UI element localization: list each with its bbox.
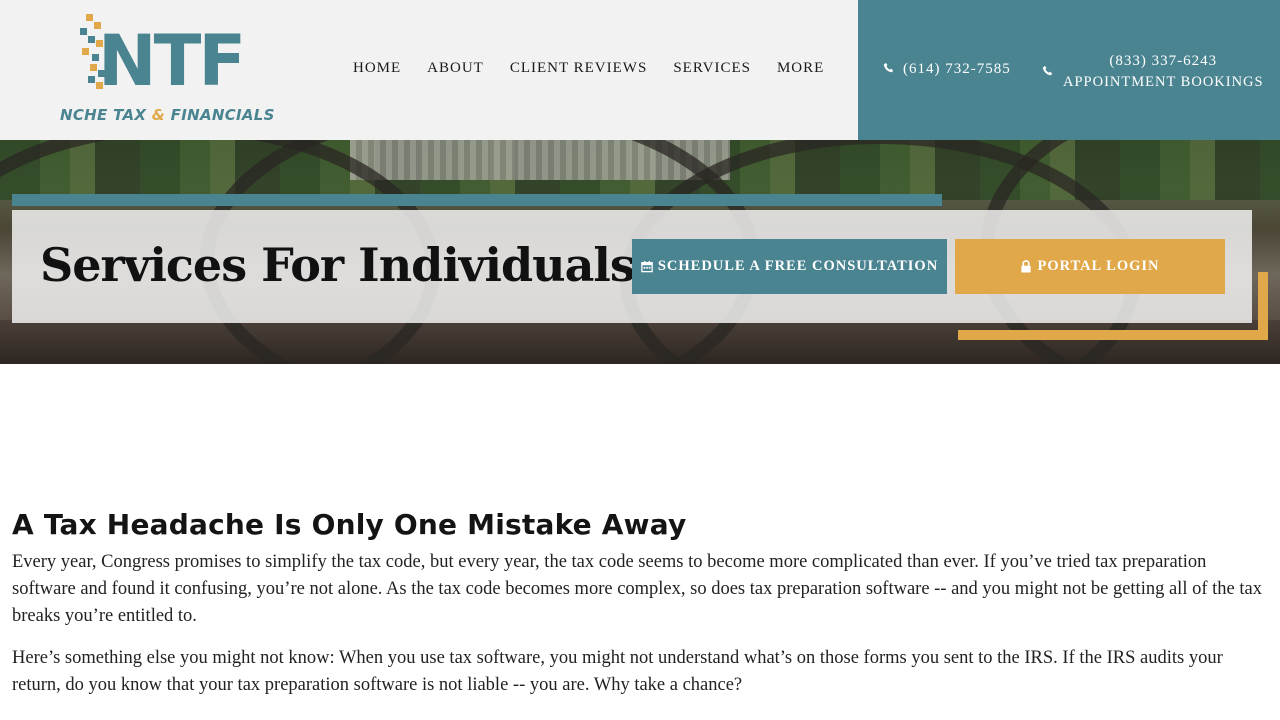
site-header: NTF NCHE TAX & FINANCIALS HOME ABOUT CLI…	[0, 0, 1280, 140]
logo-wordmark: NTF	[98, 20, 246, 102]
header-left-panel: NTF NCHE TAX & FINANCIALS HOME ABOUT CLI…	[0, 0, 858, 140]
phone-icon	[883, 62, 894, 73]
phone-icon	[1042, 65, 1053, 76]
lock-icon	[1021, 260, 1032, 273]
calendar-icon	[641, 260, 653, 273]
second-paragraph: Here’s something else you might not know…	[12, 648, 1223, 695]
appointment-bookings-label: APPOINTMENT BOOKINGS	[1063, 74, 1264, 90]
main-content: A Tax Headache Is Only One Mistake Away …	[12, 508, 1270, 714]
site-logo[interactable]: NTF NCHE TAX & FINANCIALS	[60, 14, 290, 126]
local-phone-link[interactable]: (614) 732-7585	[883, 61, 1011, 78]
appointment-bookings-link[interactable]: (833) 337-6243 APPOINTMENT BOOKINGS	[1042, 51, 1264, 93]
hero-banner: Services For Individuals SCHEDULE A FREE…	[0, 140, 1280, 364]
schedule-consultation-button[interactable]: SCHEDULE A FREE CONSULTATION	[632, 239, 947, 294]
nav-item-services[interactable]: SERVICES	[673, 60, 751, 77]
tollfree-phone-number: (833) 337-6243	[1109, 53, 1218, 69]
nav-item-about[interactable]: ABOUT	[427, 60, 484, 77]
schedule-consultation-label: SCHEDULE A FREE CONSULTATION	[657, 258, 939, 274]
nav-item-more[interactable]: MORE	[777, 60, 824, 77]
hero-accent-frame-bottom	[958, 330, 1268, 340]
nav-item-home[interactable]: HOME	[353, 60, 401, 77]
portal-login-label: PORTAL LOGIN	[1037, 258, 1160, 274]
logo-tagline: NCHE TAX & FINANCIALS	[60, 106, 275, 124]
portal-login-button[interactable]: PORTAL LOGIN	[955, 239, 1225, 294]
nav-item-client-reviews[interactable]: CLIENT REVIEWS	[510, 60, 647, 77]
hero-title-panel: Services For Individuals SCHEDULE A FREE…	[12, 210, 1252, 323]
hero-accent-bar	[12, 194, 942, 206]
main-nav: HOME ABOUT CLIENT REVIEWS SERVICES MORE	[353, 60, 824, 77]
local-phone-number: (614) 732-7585	[903, 61, 1011, 77]
intro-paragraph: Every year, Congress promises to simplif…	[12, 552, 1262, 626]
page-title: Services For Individuals	[40, 238, 636, 292]
section-heading: A Tax Headache Is Only One Mistake Away	[12, 508, 687, 541]
